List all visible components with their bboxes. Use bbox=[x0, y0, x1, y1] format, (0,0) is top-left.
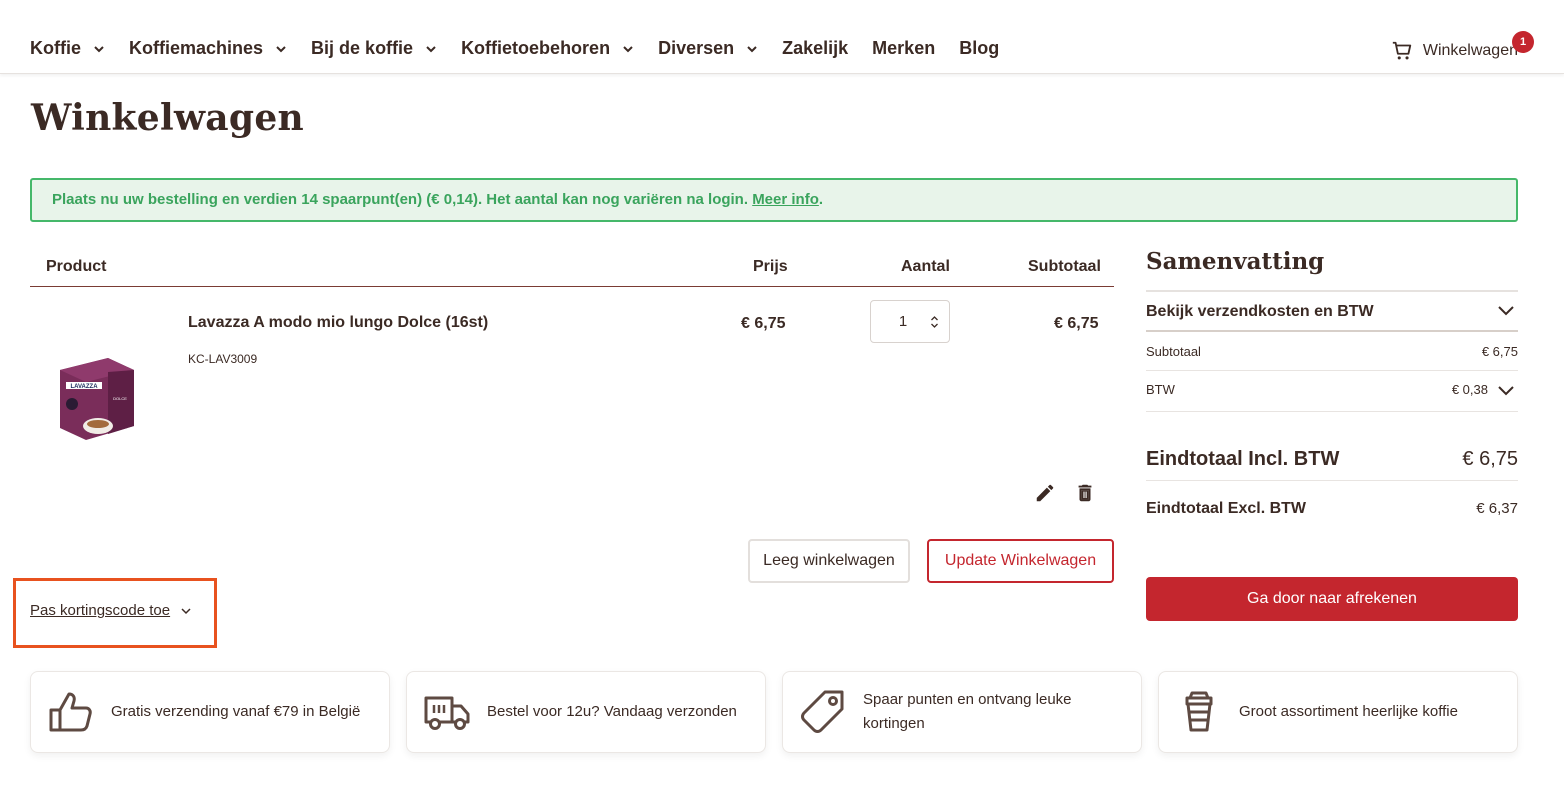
chevron-down-icon bbox=[181, 607, 191, 614]
quantity-input[interactable] bbox=[871, 301, 933, 342]
delivery-truck-icon bbox=[424, 696, 470, 730]
notice-more-info-link[interactable]: Meer info bbox=[752, 191, 819, 208]
header-product: Product bbox=[46, 258, 107, 275]
coupon-label: Pas kortingscode toe bbox=[30, 602, 171, 619]
notice-text: Plaats nu uw bestelling en verdien 14 sp… bbox=[52, 191, 749, 208]
usp-text: Groot assortiment heerlijke koffie bbox=[1239, 703, 1458, 720]
chevron-down-icon bbox=[426, 45, 436, 52]
nav-item-diversen[interactable]: Diversen bbox=[658, 38, 758, 59]
nav-item-label: Blog bbox=[959, 38, 1000, 58]
grand-total-incl-row: Eindtotaal Incl. BTW € 6,75 bbox=[1146, 440, 1518, 481]
header-price: Prijs bbox=[753, 258, 788, 275]
nav-item-zakelijk[interactable]: Zakelijk bbox=[782, 38, 848, 59]
header-subtotal: Subtotaal bbox=[1028, 258, 1101, 275]
product-image-variant: DOLCE bbox=[113, 396, 127, 401]
summary-subtotal-label: Subtotaal bbox=[1146, 344, 1201, 359]
coffee-cup-icon bbox=[1185, 691, 1213, 732]
price-tag-icon bbox=[801, 690, 844, 733]
cart-count-badge: 1 bbox=[1512, 31, 1534, 53]
proceed-to-checkout-button[interactable]: Ga door naar afrekenen bbox=[1146, 577, 1518, 621]
usp-card-loyalty: Spaar punten en ontvang leuke kortingen bbox=[782, 671, 1142, 753]
edit-pencil-icon[interactable] bbox=[1034, 482, 1056, 504]
usp-card-assortment: Groot assortiment heerlijke koffie bbox=[1158, 671, 1518, 753]
nav-item-label: Diversen bbox=[658, 38, 735, 58]
product-sku: KC-LAV3009 bbox=[188, 352, 258, 366]
product-subtotal: € 6,75 bbox=[1054, 315, 1099, 332]
summary-btw-row[interactable]: BTW € 0,38 bbox=[1146, 371, 1518, 412]
chevron-down-icon bbox=[276, 45, 286, 52]
grand-total-excl-row: Eindtotaal Excl. BTW € 6,37 bbox=[1146, 498, 1518, 522]
nav-item-label: Zakelijk bbox=[782, 38, 849, 58]
usp-text: Spaar punten en ontvang leuke kortingen bbox=[863, 691, 1072, 732]
nav-item-label: Koffie bbox=[30, 38, 81, 58]
summary-btw-value: € 0,38 bbox=[1451, 382, 1488, 397]
grand-total-incl-label: Eindtotaal Incl. BTW bbox=[1146, 448, 1340, 470]
clear-cart-button[interactable]: Leeg winkelwagen bbox=[748, 539, 910, 583]
product-name-link[interactable]: Lavazza A modo mio lungo Dolce (16st) bbox=[188, 314, 488, 332]
nav-item-bij-de-koffie[interactable]: Bij de koffie bbox=[311, 38, 437, 59]
summary-title: Samenvatting bbox=[1146, 248, 1325, 275]
usp-card-same-day: Bestel voor 12u? Vandaag verzonden bbox=[406, 671, 766, 753]
usp-text: Bestel voor 12u? Vandaag verzonden bbox=[487, 703, 737, 720]
top-navigation: Koffie Koffiemachines Bij de koffie Koff… bbox=[0, 0, 1564, 74]
chevron-down-icon bbox=[1498, 386, 1514, 396]
update-cart-button[interactable]: Update Winkelwagen bbox=[927, 539, 1114, 583]
loyalty-notice: Plaats nu uw bestelling en verdien 14 sp… bbox=[30, 178, 1518, 222]
notice-period: . bbox=[818, 191, 824, 208]
chevron-down-icon bbox=[623, 45, 633, 52]
product-image-brand: LAVAZZA bbox=[70, 384, 98, 390]
chevron-down-icon bbox=[747, 45, 757, 52]
summary-btw-label: BTW bbox=[1146, 382, 1175, 397]
grand-total-incl-value: € 6,75 bbox=[1462, 448, 1518, 470]
header-quantity: Aantal bbox=[901, 258, 950, 275]
nav-item-blog[interactable]: Blog bbox=[959, 38, 999, 59]
cart-label: Winkelwagen bbox=[1422, 42, 1518, 59]
page-title: Winkelwagen bbox=[31, 97, 305, 139]
shipping-tax-toggle[interactable]: Bekijk verzendkosten en BTW bbox=[1146, 292, 1518, 332]
usp-text: Gratis verzending vanaf €79 in België bbox=[111, 703, 361, 720]
nav-item-koffietoebehoren[interactable]: Koffietoebehoren bbox=[461, 38, 634, 59]
grand-total-excl-label: Eindtotaal Excl. BTW bbox=[1146, 500, 1307, 517]
nav-item-koffie[interactable]: Koffie bbox=[30, 38, 105, 59]
nav-item-label: Koffietoebehoren bbox=[461, 38, 611, 58]
chevron-down-icon bbox=[94, 45, 104, 52]
nav-item-merken[interactable]: Merken bbox=[872, 38, 935, 59]
grand-total-excl-value: € 6,37 bbox=[1476, 500, 1518, 517]
cart-link[interactable]: Winkelwagen 1 bbox=[1391, 31, 1534, 62]
thumbs-up-icon bbox=[49, 692, 92, 732]
summary-subtotal-value: € 6,75 bbox=[1481, 344, 1518, 359]
shipping-tax-toggle-label: Bekijk verzendkosten en BTW bbox=[1146, 303, 1374, 320]
trash-icon[interactable] bbox=[1074, 482, 1096, 504]
nav-item-label: Bij de koffie bbox=[311, 38, 414, 58]
summary-subtotal-row: Subtotaal € 6,75 bbox=[1146, 333, 1518, 371]
main-menu: Koffie Koffiemachines Bij de koffie Koff… bbox=[30, 38, 1023, 59]
shopping-cart-icon bbox=[1392, 41, 1412, 60]
quantity-stepper[interactable] bbox=[870, 300, 950, 343]
product-image[interactable]: LAVAZZA DOLCE bbox=[54, 354, 138, 442]
apply-coupon-toggle[interactable]: Pas kortingscode toe bbox=[30, 602, 192, 619]
cart-table-header: Product Prijs Aantal Subtotaal bbox=[30, 248, 1114, 287]
nav-item-koffiemachines[interactable]: Koffiemachines bbox=[129, 38, 287, 59]
product-price: € 6,75 bbox=[741, 315, 786, 332]
nav-item-label: Koffiemachines bbox=[129, 38, 264, 58]
chevron-down-icon bbox=[1498, 306, 1514, 316]
quantity-spin-icon[interactable] bbox=[930, 314, 939, 330]
usp-card-free-shipping: Gratis verzending vanaf €79 in België bbox=[30, 671, 390, 753]
nav-item-label: Merken bbox=[872, 38, 936, 58]
